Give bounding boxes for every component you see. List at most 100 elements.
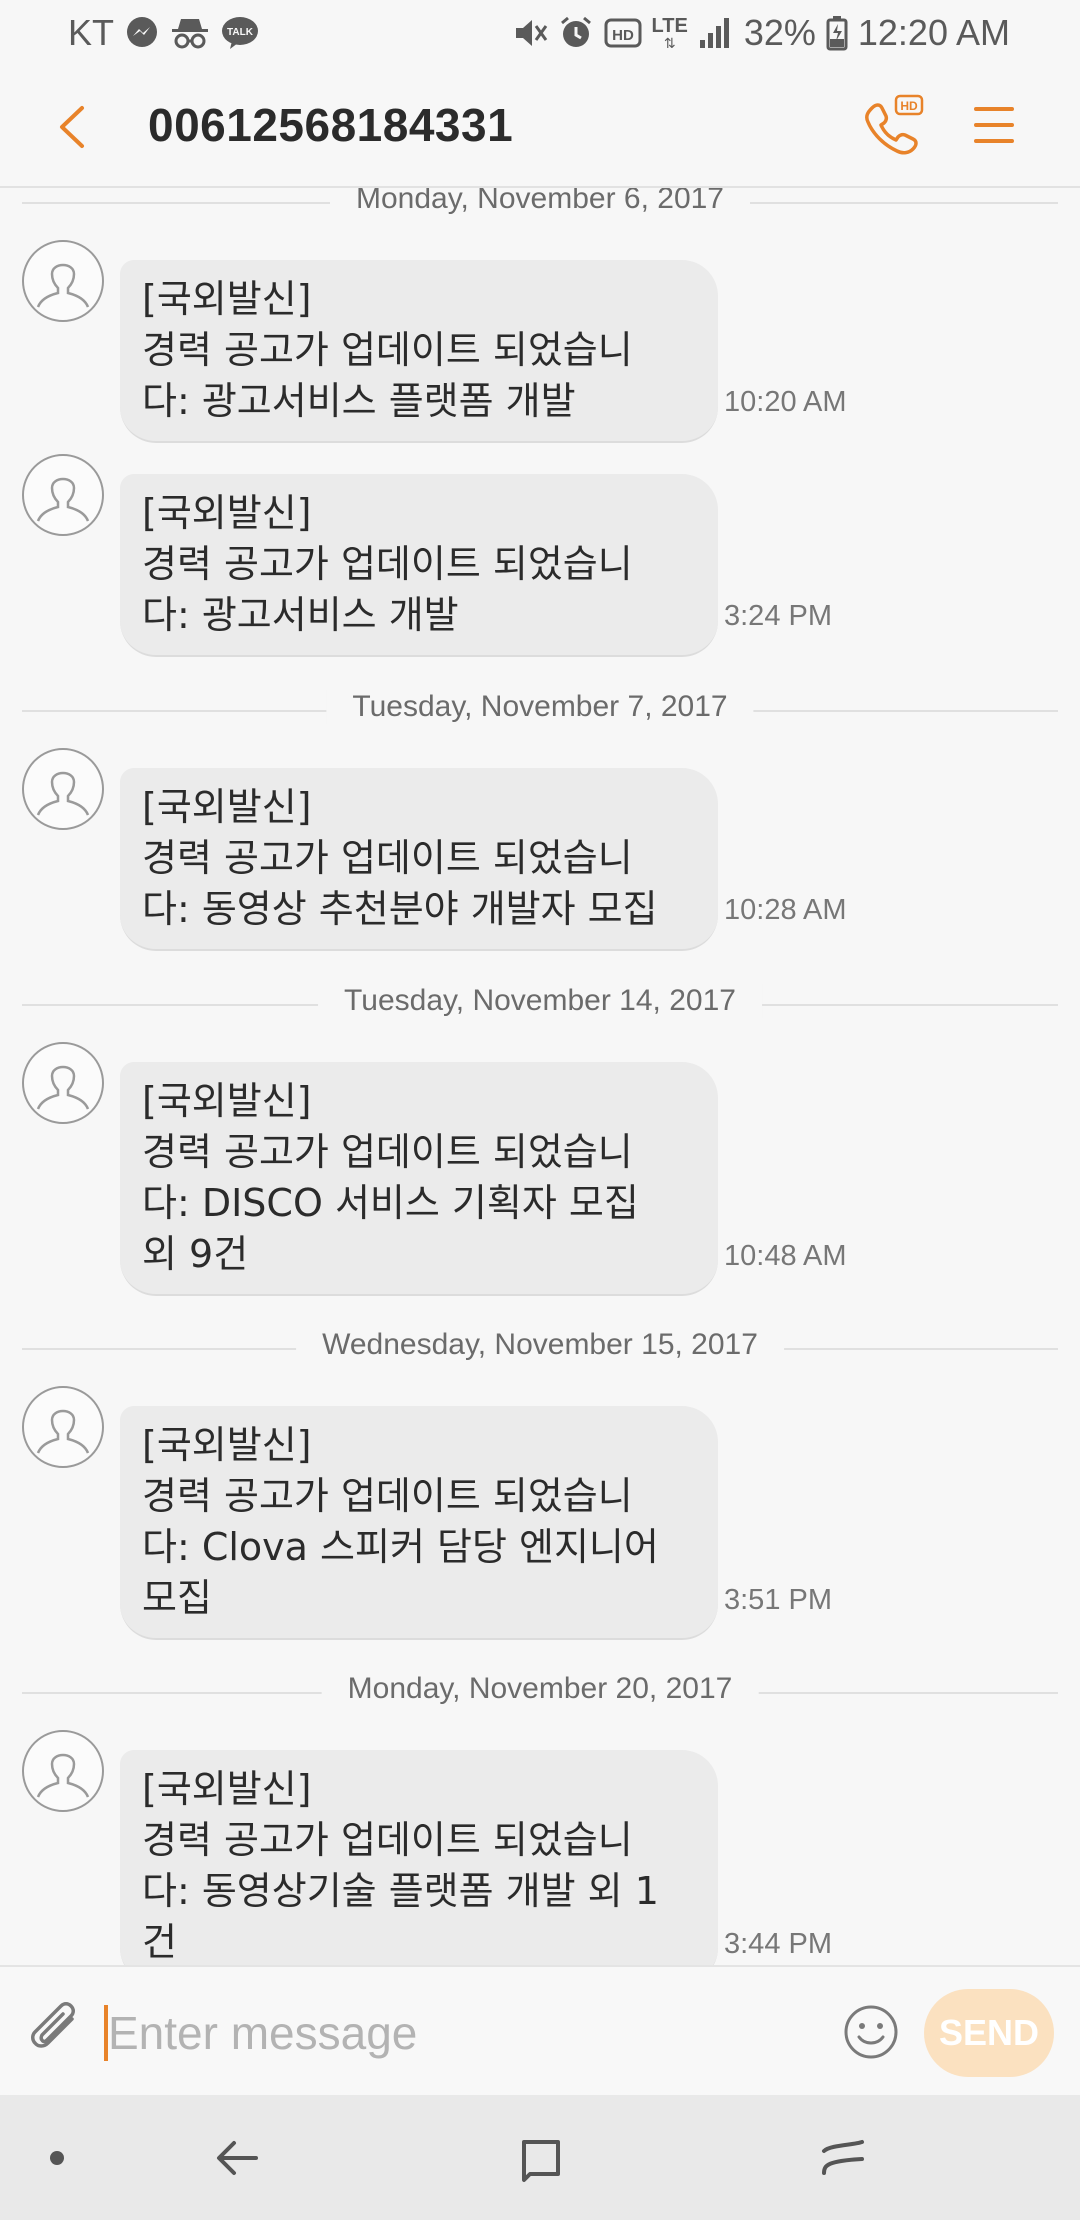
avatar[interactable] [22, 1730, 104, 1812]
nav-dot-button[interactable] [22, 2125, 92, 2191]
person-outline-icon [36, 263, 90, 308]
message-header: [국외발신] [142, 277, 312, 321]
message-time: 10:28 AM [724, 894, 847, 926]
message-bubble[interactable]: [국외발신] 경력 공고가 업데이트 되었습니 다: 광고서비스 개발 [120, 474, 718, 657]
status-left: KT TALK [68, 12, 260, 54]
hd-voice-icon: HD [604, 17, 642, 49]
date-separator: Tuesday, November 14, 2017 [22, 984, 1058, 1024]
date-label: Tuesday, November 7, 2017 [326, 690, 754, 724]
date-separator: Monday, November 20, 2017 [22, 1672, 1058, 1712]
message-header: [국외발신] [142, 491, 312, 535]
date-separator: Monday, November 6, 2017 [22, 188, 1058, 222]
message-time: 3:44 PM [724, 1928, 832, 1960]
message-time: 3:51 PM [724, 1584, 832, 1616]
alarm-icon [558, 15, 594, 51]
date-label: Monday, November 6, 2017 [330, 188, 750, 216]
message-bubble[interactable]: [국외발신] 경력 공고가 업데이트 되었습니 다: 동영상기술 플랫폼 개발 … [120, 1750, 718, 1965]
message-time: 10:48 AM [724, 1240, 847, 1272]
message-line: 외 9건 [142, 1232, 249, 1276]
carrier-label: KT [68, 12, 115, 53]
avatar[interactable] [22, 748, 104, 830]
date-label: Wednesday, November 15, 2017 [296, 1328, 784, 1362]
svg-text:HD: HD [900, 99, 918, 113]
kakaotalk-icon: TALK [220, 15, 260, 51]
message-header: [국외발신] [142, 1423, 312, 1467]
message-header: [국외발신] [142, 1767, 312, 1811]
message-line: 다: 광고서비스 플랫폼 개발 [142, 379, 576, 423]
date-label: Tuesday, November 14, 2017 [318, 984, 762, 1018]
emoji-button[interactable] [842, 2003, 900, 2061]
message-bubble[interactable]: [국외발신] 경력 공고가 업데이트 되었습니 다: Clova 스피커 담당 … [120, 1406, 718, 1640]
message-line: 다: DISCO 서비스 기획자 모집 [142, 1181, 639, 1225]
send-button[interactable]: SEND [924, 1989, 1054, 2077]
status-right: HD LTE ⇅ 32% 12:20 AM [512, 12, 1010, 54]
message-line: 모집 [142, 1576, 212, 1620]
nav-back-button[interactable] [202, 2125, 272, 2191]
message-line: 경력 공고가 업데이트 되었습니 [142, 1130, 633, 1174]
date-separator: Wednesday, November 15, 2017 [22, 1328, 1058, 1368]
message-line: 경력 공고가 업데이트 되었습니 [142, 328, 633, 372]
message-line: 경력 공고가 업데이트 되었습니 [142, 836, 633, 880]
nav-home-button[interactable] [505, 2125, 575, 2191]
menu-button[interactable] [972, 100, 1016, 150]
message-composer: SEND [0, 1965, 1080, 2095]
clock: 12:20 AM [857, 12, 1010, 53]
recents-icon [822, 2140, 864, 2175]
back-arrow-icon [217, 2141, 258, 2175]
date-separator: Tuesday, November 7, 2017 [22, 690, 1058, 730]
message-line: 건 [142, 1920, 177, 1964]
message-line: 경력 공고가 업데이트 되었습니 [142, 1818, 633, 1862]
contact-title: 00612568184331 [148, 99, 514, 151]
system-nav-bar [0, 2095, 1080, 2220]
message-line: 다: Clova 스피커 담당 엔지니어 [142, 1525, 659, 1569]
person-outline-icon [36, 1753, 90, 1798]
hd-call-icon: HD [865, 94, 924, 155]
message-bubble[interactable]: [국외발신] 경력 공고가 업데이트 되었습니 다: DISCO 서비스 기획자… [120, 1062, 718, 1296]
mute-icon [512, 15, 548, 51]
status-bar: KT TALK HD LTE ⇅ 32% 12:20 AM [0, 0, 1080, 66]
home-square-icon [522, 2140, 560, 2182]
attach-button[interactable] [28, 1997, 90, 2063]
back-button[interactable] [52, 102, 92, 152]
message-line: 경력 공고가 업데이트 되었습니 [142, 1474, 633, 1518]
message-line: 경력 공고가 업데이트 되었습니 [142, 542, 633, 586]
person-outline-icon [36, 1409, 90, 1454]
message-time: 10:20 AM [724, 386, 847, 418]
avatar[interactable] [22, 1042, 104, 1124]
person-outline-icon [36, 771, 90, 816]
chevron-left-icon [60, 106, 84, 148]
svg-text:HD: HD [612, 27, 634, 44]
message-header: [국외발신] [142, 1079, 312, 1123]
person-outline-icon [36, 1065, 90, 1110]
data-arrows-icon: ⇅ [663, 35, 676, 51]
messenger-icon [124, 15, 160, 51]
message-input[interactable] [108, 1995, 808, 2071]
hd-call-button[interactable]: HD [862, 94, 924, 156]
incognito-icon [170, 15, 210, 51]
message-header: [국외발신] [142, 785, 312, 829]
message-bubble[interactable]: [국외발신] 경력 공고가 업데이트 되었습니 다: 광고서비스 플랫폼 개발 [120, 260, 718, 443]
paperclip-icon [31, 2002, 75, 2048]
message-line: 다: 동영상기술 플랫폼 개발 외 1 [142, 1869, 659, 1913]
message-time: 3:24 PM [724, 600, 832, 632]
dot-icon [50, 2151, 64, 2165]
message-line: 다: 동영상 추천분야 개발자 모집 [142, 887, 658, 931]
person-outline-icon [36, 477, 90, 522]
lte-indicator: LTE ⇅ [652, 16, 688, 50]
message-bubble[interactable]: [국외발신] 경력 공고가 업데이트 되었습니 다: 동영상 추천분야 개발자 … [120, 768, 718, 951]
nav-recents-button[interactable] [808, 2125, 878, 2191]
message-line: 다: 광고서비스 개발 [142, 593, 459, 637]
network-type-label: LTE [651, 15, 688, 37]
battery-icon [826, 15, 848, 51]
date-label: Monday, November 20, 2017 [321, 1672, 759, 1706]
battery-percent: 32% [743, 12, 816, 53]
smiley-icon [844, 2005, 898, 2059]
svg-text:TALK: TALK [227, 27, 254, 38]
avatar[interactable] [22, 454, 104, 536]
signal-icon [698, 16, 734, 50]
app-bar: 00612568184331 HD [0, 66, 1080, 188]
avatar[interactable] [22, 240, 104, 322]
menu-icon [974, 107, 1014, 143]
conversation-thread[interactable]: Monday, November 6, 2017 [국외발신] 경력 공고가 업… [0, 188, 1080, 1965]
avatar[interactable] [22, 1386, 104, 1468]
